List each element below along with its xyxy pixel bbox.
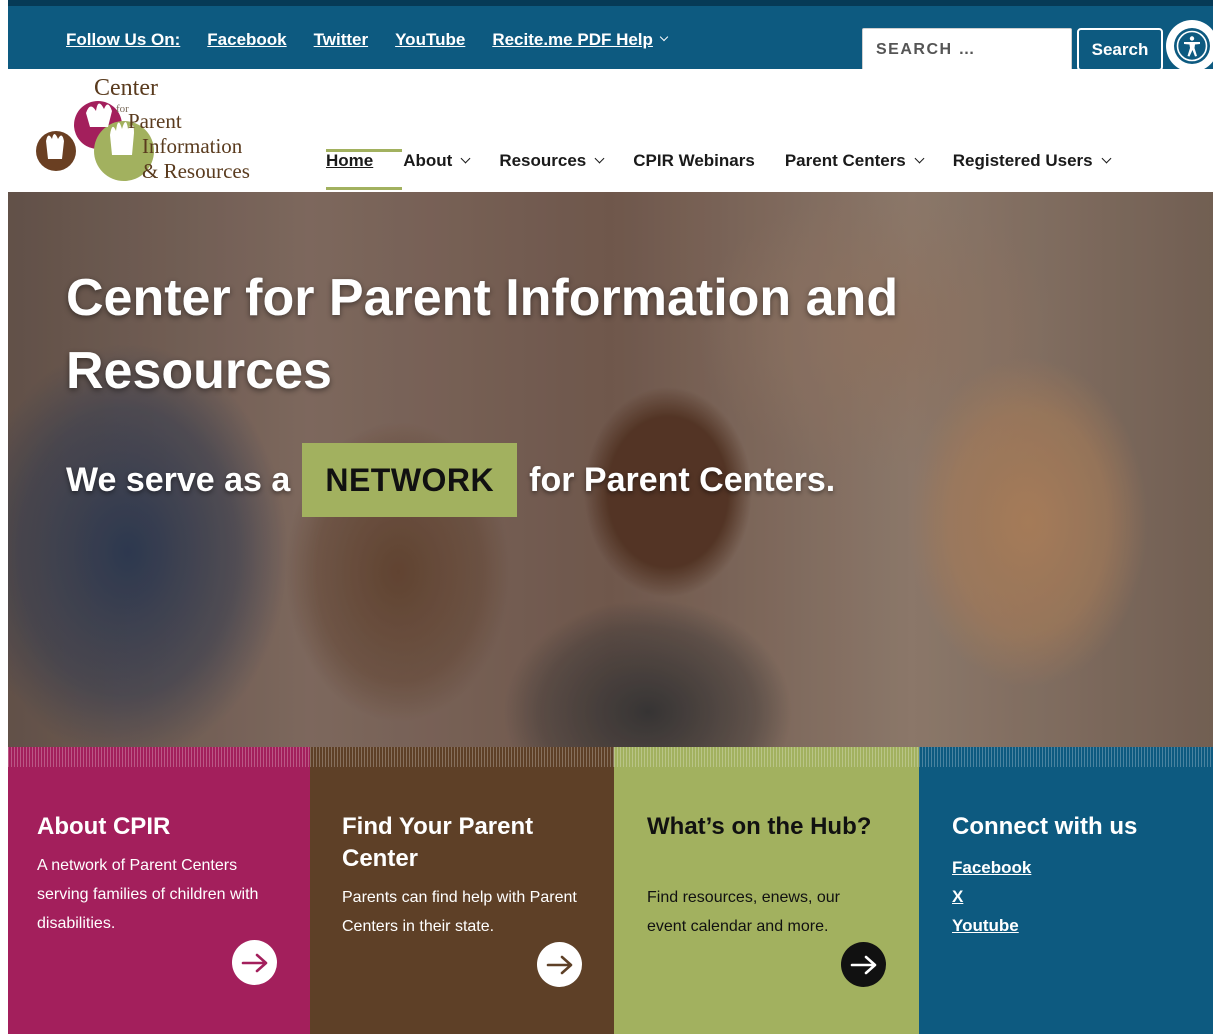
- site-logo[interactable]: Center for Parent Information & Resource…: [36, 73, 306, 189]
- hero-title: Center for Parent Information and Resour…: [66, 269, 899, 400]
- main-nav: Home About Resources CPIR Webinars Paren…: [326, 151, 1140, 171]
- recite-menu[interactable]: Recite.me PDF Help: [492, 30, 669, 50]
- search-input[interactable]: [862, 28, 1072, 71]
- nav-label: Resources: [499, 151, 587, 170]
- card-find-parent-center: Find Your Parent Center Parents can find…: [310, 747, 614, 1034]
- nav-item-parent-centers[interactable]: Parent Centers: [784, 151, 925, 171]
- top-bar: Follow Us On: Facebook Twitter YouTube R…: [8, 0, 1213, 72]
- nav-item-home[interactable]: Home: [326, 151, 373, 171]
- hero-banner: Center for Parent Information and Resour…: [8, 192, 1213, 747]
- card-title: What’s on the Hub?: [647, 813, 872, 840]
- logo-text-for: for: [116, 103, 129, 115]
- logo-text-resources: & Resources: [142, 159, 250, 183]
- feature-cards: About CPIR A network of Parent Centers s…: [8, 747, 1213, 1034]
- nav-label: Home: [326, 151, 374, 170]
- logo-text-parent: Parent: [128, 109, 182, 133]
- card-stripe: [614, 747, 919, 767]
- connect-facebook-link[interactable]: Facebook: [952, 853, 1031, 882]
- logo-text-center: Center: [94, 75, 158, 101]
- nav-label: CPIR Webinars: [633, 151, 755, 170]
- card-connect: Connect with us Facebook X Youtube: [919, 747, 1213, 1034]
- chevron-down-icon: [594, 153, 605, 163]
- connect-x-link[interactable]: X: [952, 882, 1031, 911]
- recite-link[interactable]: Recite.me PDF Help: [492, 30, 653, 50]
- nav-item-resources[interactable]: Resources: [499, 151, 605, 171]
- connect-links: Facebook X Youtube: [952, 853, 1031, 940]
- chevron-down-icon: [914, 153, 925, 163]
- card-stripe: [919, 747, 1213, 767]
- nav-label: Parent Centers: [784, 151, 906, 170]
- hero-sub-after: for Parent Centers.: [529, 460, 836, 499]
- nav-label: Registered Users: [952, 151, 1093, 170]
- social-links: Follow Us On: Facebook Twitter YouTube R…: [66, 30, 669, 50]
- chevron-down-icon: [1101, 153, 1112, 163]
- accessibility-icon[interactable]: [1166, 20, 1213, 72]
- arrow-right-icon[interactable]: [841, 942, 886, 987]
- nav-label: About: [403, 151, 453, 170]
- nav-item-about[interactable]: About: [403, 151, 471, 171]
- network-highlight: NETWORK: [302, 443, 518, 517]
- follow-us-label: Follow Us On:: [66, 30, 181, 49]
- card-body: A network of Parent Centers serving fami…: [37, 857, 259, 932]
- connect-youtube-link[interactable]: Youtube: [952, 911, 1031, 940]
- chevron-down-icon: [460, 153, 471, 163]
- card-title: Find Your Parent Center: [342, 813, 534, 872]
- hero-sub-before: We serve as a: [66, 460, 291, 499]
- site-header: Center for Parent Information & Resource…: [8, 69, 1213, 192]
- card-about-cpir: About CPIR A network of Parent Centers s…: [8, 747, 310, 1034]
- card-body: Parents can find help with Parent Center…: [342, 889, 577, 935]
- active-indicator-bottom: [326, 187, 402, 190]
- nav-item-cpir-webinars[interactable]: CPIR Webinars: [633, 151, 755, 171]
- card-title: About CPIR: [37, 813, 171, 840]
- card-whats-on-hub: What’s on the Hub? Find resources, enews…: [614, 747, 919, 1034]
- arrow-right-icon[interactable]: [537, 942, 582, 987]
- page-edge: [0, 0, 8, 1034]
- facebook-link[interactable]: Facebook: [207, 30, 286, 50]
- card-body: Find resources, enews, our event calenda…: [647, 889, 840, 935]
- card-stripe: [8, 747, 310, 767]
- card-title: Connect with us: [952, 813, 1138, 840]
- card-stripe: [310, 747, 614, 767]
- arrow-right-icon[interactable]: [232, 940, 277, 985]
- nav-item-registered-users[interactable]: Registered Users: [952, 151, 1112, 171]
- logo-text-information: Information: [142, 134, 243, 158]
- youtube-link[interactable]: YouTube: [395, 30, 465, 50]
- hero-subtitle: We serve as a NETWORK for Parent Centers…: [66, 443, 835, 517]
- twitter-link[interactable]: Twitter: [314, 30, 368, 50]
- search-button[interactable]: Search: [1077, 28, 1163, 71]
- chevron-down-icon: [659, 32, 669, 42]
